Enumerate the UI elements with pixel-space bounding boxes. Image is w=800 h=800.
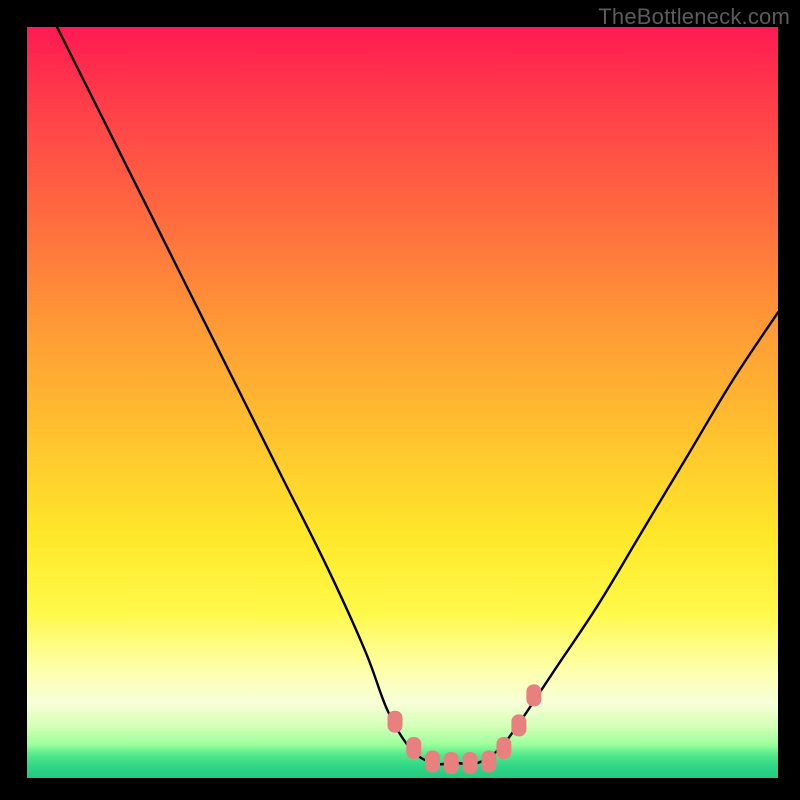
marker-group: [388, 684, 542, 774]
highlight-dot: [444, 752, 459, 774]
highlight-dot: [463, 752, 478, 774]
watermark-text: TheBottleneck.com: [598, 4, 790, 30]
curve-group: [27, 0, 778, 764]
plot-area: [27, 27, 778, 778]
highlight-dot: [406, 737, 421, 759]
highlight-dot: [425, 751, 440, 773]
highlight-dot: [526, 684, 541, 706]
chart-frame: TheBottleneck.com: [0, 0, 800, 800]
bottleneck-curve: [27, 0, 778, 764]
highlight-dot: [481, 751, 496, 773]
highlight-dot: [388, 711, 403, 733]
highlight-dot: [496, 737, 511, 759]
highlight-dot: [511, 714, 526, 736]
chart-svg: [27, 27, 778, 778]
